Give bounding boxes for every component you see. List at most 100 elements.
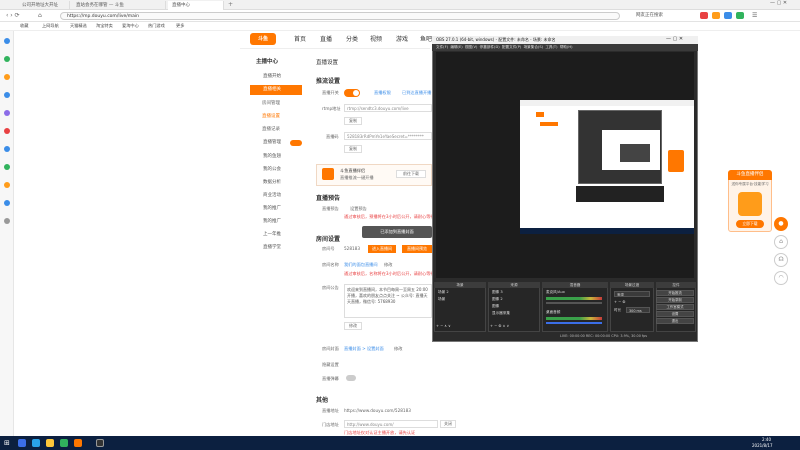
push-toggle[interactable] <box>344 89 360 97</box>
sidebar-app-icon[interactable] <box>4 128 10 134</box>
sidebar-app-icon[interactable] <box>4 182 10 188</box>
promo-download-button[interactable]: 立即下载 <box>736 220 764 228</box>
copy-code-button[interactable]: 复制 <box>344 145 362 153</box>
bookmark[interactable]: 更多 <box>176 23 184 29</box>
source-item[interactable]: 图像 3 <box>492 290 503 295</box>
source-item[interactable]: 显示器采集 <box>492 311 510 316</box>
browser-tab[interactable]: 直站会务在哪管 — 斗鱼 <box>72 1 166 10</box>
notice-set-button[interactable]: 设置预告 <box>350 206 367 212</box>
new-tab-icon[interactable]: + <box>228 1 233 8</box>
sidebar-app-icon[interactable] <box>4 38 10 44</box>
sidebar-app-icon[interactable] <box>4 146 10 152</box>
sidebar-app-icon[interactable] <box>4 200 10 206</box>
sidebar-app-icon[interactable] <box>4 110 10 116</box>
headset-tool-icon[interactable]: ◠ <box>774 271 788 285</box>
douyu-logo[interactable]: 斗鱼 <box>250 33 276 45</box>
start-stream-button[interactable]: 开始推流 <box>656 290 694 296</box>
source-item[interactable]: 图像 <box>492 304 499 309</box>
sidebar-sub-settings[interactable]: 直播设置 <box>262 113 280 119</box>
sidebar-item-start[interactable]: 直播开始 <box>250 72 302 82</box>
announce-textarea[interactable]: 欢迎来到直播间，本节目每周一至周五 20:00 开播，喜欢的朋友点点关注 ~ 公… <box>344 284 432 318</box>
sidebar-app-icon[interactable] <box>4 74 10 80</box>
back-forward-icon[interactable]: ‹ › ⟳ <box>6 12 20 19</box>
obs-menu-file[interactable]: 文件(F) <box>436 45 448 49</box>
windows-start-icon[interactable]: ⊞ <box>4 439 10 447</box>
source-item[interactable]: 图像 2 <box>492 297 503 302</box>
scene-item[interactable]: 场景 2 <box>438 290 449 295</box>
browser-tab-active[interactable]: 直播中心 <box>168 1 224 10</box>
studio-mode-button[interactable]: 工作室模式 <box>656 304 694 310</box>
room-name-edit[interactable]: 修改 <box>384 262 392 268</box>
sidebar-item-data[interactable]: 数据分析 <box>250 178 302 188</box>
home-tool-icon[interactable]: ⌂ <box>774 235 788 249</box>
announce-edit-button[interactable]: 修改 <box>344 322 362 330</box>
bookmark[interactable]: 收藏 <box>20 23 28 29</box>
nav-category[interactable]: 分类 <box>346 34 358 43</box>
sidebar-item-business[interactable]: 商业活动 <box>250 191 302 201</box>
push-link[interactable]: 已到达直播开播 <box>402 90 431 96</box>
obs-menu-tools[interactable]: 工具(T) <box>545 45 557 49</box>
taskbar-app-icon[interactable] <box>18 439 26 447</box>
scene-item[interactable]: 场景 <box>438 297 445 302</box>
transition-select[interactable]: 渐变 <box>614 291 650 297</box>
obs-menu-edit[interactable]: 编辑(E) <box>450 45 462 49</box>
nav-video[interactable]: 视频 <box>370 34 382 43</box>
obs-menu-view[interactable]: 视图(V) <box>465 45 477 49</box>
bookmark[interactable]: 上网导航 <box>42 23 59 29</box>
live-tool-icon[interactable]: ● <box>774 217 788 231</box>
companion-download-button[interactable]: 前往下载 <box>396 170 426 178</box>
nav-live[interactable]: 直播 <box>320 34 332 43</box>
obs-menu-docks[interactable]: 停靠部件(D) <box>480 45 500 49</box>
ext-icon[interactable] <box>724 12 732 19</box>
enter-room-button[interactable]: 进入直播间 <box>368 245 396 253</box>
sidebar-app-icon[interactable] <box>4 56 10 62</box>
ext-icon[interactable] <box>700 12 708 19</box>
code-field[interactable]: 528183rRdPmYe1eYaeSecret=******** <box>344 132 432 140</box>
taskbar-obs-icon[interactable] <box>96 439 104 447</box>
sidebar-item-school[interactable]: 直播学堂 <box>250 243 302 253</box>
sidebar-sub-room[interactable]: 房间管理 <box>262 100 280 106</box>
bookmark[interactable]: 淘宝特卖 <box>96 23 113 29</box>
ext-icon[interactable] <box>736 12 744 19</box>
sidebar-item-guild[interactable]: 我的公会 <box>250 165 302 175</box>
nav-fishbar[interactable]: 鱼吧 <box>420 34 432 43</box>
cover-link[interactable]: 直播封面 > 设置封面 <box>344 346 384 352</box>
obs-menu-help[interactable]: 帮助(H) <box>560 45 573 49</box>
taskbar-app-icon[interactable] <box>74 439 82 447</box>
exit-button[interactable]: 退出 <box>656 318 694 324</box>
window-controls-icon[interactable]: — ▢ ✕ <box>770 0 787 6</box>
ext-icon[interactable] <box>712 12 720 19</box>
menu-icon[interactable]: ☰ <box>752 12 757 19</box>
bookmark[interactable]: 天猫精选 <box>70 23 87 29</box>
sidebar-item-promo2[interactable]: 我的推广 <box>250 217 302 227</box>
sidebar-app-icon[interactable] <box>4 218 10 224</box>
scene-add-remove-icon[interactable]: + − ∧ ∨ <box>436 324 451 328</box>
search-hint[interactable]: 网友正在搜索 <box>636 12 663 18</box>
home-icon[interactable]: ⌂ <box>38 12 42 19</box>
plugin-close-button[interactable]: 关闭 <box>440 420 456 428</box>
mixer-slider[interactable] <box>546 322 602 324</box>
taskbar-app-icon[interactable] <box>46 439 54 447</box>
sidebar-item-promo[interactable]: 我的推广 <box>250 204 302 214</box>
browser-tab[interactable]: 公司开地址大开址 <box>18 1 70 10</box>
sidebar-app-icon[interactable] <box>4 164 10 170</box>
sidebar-app-icon[interactable] <box>4 92 10 98</box>
rtmp-field[interactable]: rtmp://sendtc3.douyu.com/live <box>344 104 432 112</box>
sidebar-item-fishfin[interactable]: 我的鱼翅 <box>250 152 302 162</box>
nav-home[interactable]: 首页 <box>294 34 306 43</box>
sidebar-item-year[interactable]: 上一年推 <box>250 230 302 240</box>
nav-game[interactable]: 游戏 <box>396 34 408 43</box>
taskbar-app-icon[interactable] <box>60 439 68 447</box>
transition-add-icon[interactable]: + − ⚙ <box>614 300 626 304</box>
duration-input[interactable]: 300 ms <box>626 307 650 313</box>
url-input[interactable]: https://mp.douyu.com/live/main <box>60 12 620 20</box>
obs-window-controls-icon[interactable]: — ▢ ✕ <box>666 36 683 42</box>
bookmark[interactable]: 热门游戏 <box>148 23 165 29</box>
mixer-slider[interactable] <box>546 302 602 304</box>
start-record-button[interactable]: 开始录制 <box>656 297 694 303</box>
source-add-remove-icon[interactable]: + − ⚙ ∧ ∨ <box>490 324 509 328</box>
preview-room-button[interactable]: 直播间预览 <box>402 245 432 253</box>
service-tool-icon[interactable]: ☊ <box>774 253 788 267</box>
plugin-field[interactable]: http://www.douyu.com/ <box>344 420 438 428</box>
barrage-toggle[interactable] <box>346 375 356 381</box>
